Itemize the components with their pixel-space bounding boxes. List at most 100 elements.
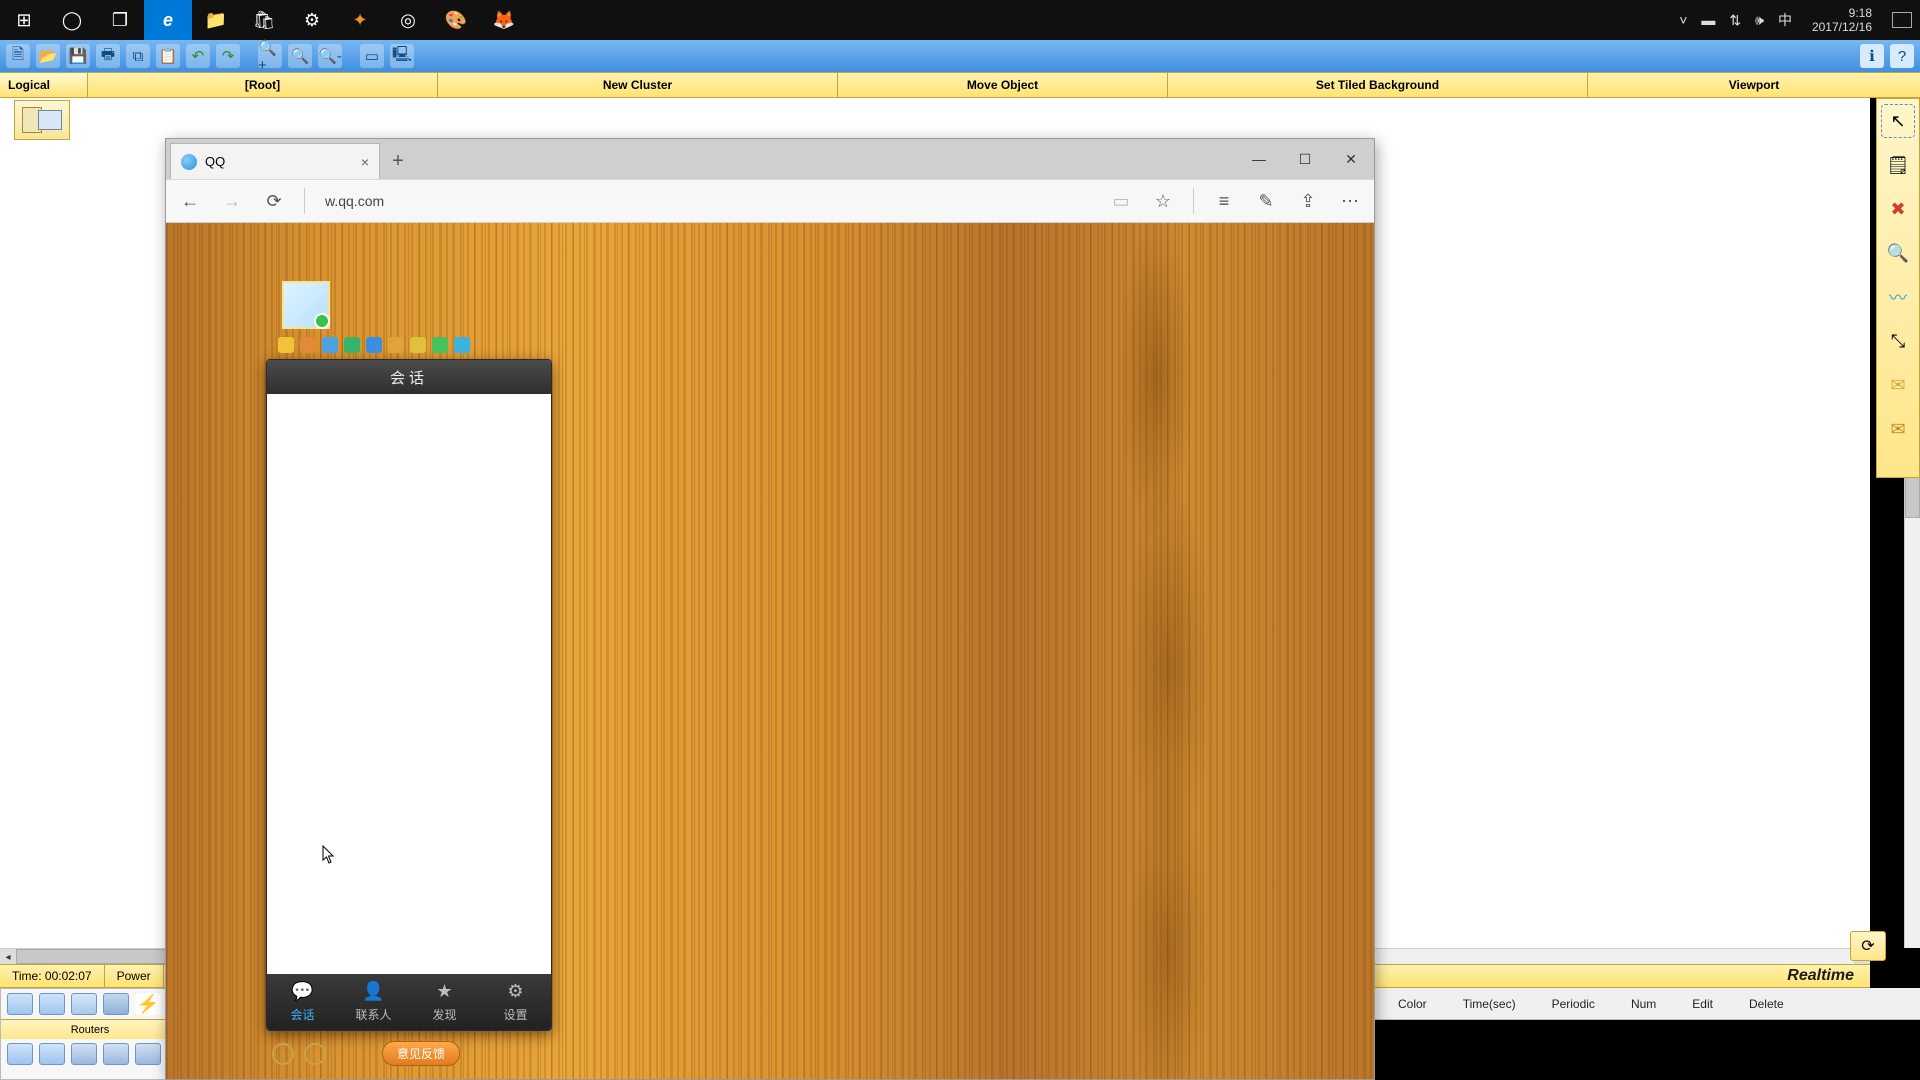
zoom-out-icon[interactable]: 🔍-: [318, 44, 342, 68]
wallet-icon[interactable]: [410, 337, 426, 353]
store-taskbar[interactable]: 🛍: [240, 0, 288, 40]
draw-tool[interactable]: 〰: [1882, 281, 1914, 313]
battery-icon[interactable]: ▬: [1701, 12, 1715, 28]
app-target[interactable]: ◎: [384, 0, 432, 40]
device-category-connection[interactable]: ⚡: [135, 993, 161, 1015]
save-icon[interactable]: 💾: [66, 44, 90, 68]
browser-icon[interactable]: [366, 337, 382, 353]
clock[interactable]: 9:18 2017/12/16: [1806, 6, 1878, 34]
mail-icon[interactable]: [300, 337, 316, 353]
scroll-left-icon[interactable]: ◂: [0, 949, 16, 965]
inspect-tool[interactable]: 🔍: [1882, 237, 1914, 269]
logical-navigate-icon[interactable]: [14, 100, 70, 140]
start-button[interactable]: ⊞: [0, 0, 48, 40]
webnote-icon[interactable]: ✎: [1250, 185, 1282, 217]
edge-taskbar[interactable]: e: [144, 0, 192, 40]
tab-logical[interactable]: Logical: [0, 73, 88, 97]
cortana-button[interactable]: ◯: [48, 0, 96, 40]
open-file-icon[interactable]: 📂: [36, 44, 60, 68]
more-icon[interactable]: ⋯: [1334, 185, 1366, 217]
ime-icon[interactable]: 中: [1778, 10, 1792, 30]
explorer-taskbar[interactable]: 📁: [192, 0, 240, 40]
realtime-label[interactable]: Realtime: [1771, 967, 1870, 985]
new-tab-button[interactable]: +: [380, 143, 416, 179]
nav-back-icon[interactable]: ←: [174, 185, 206, 217]
browser-tab[interactable]: QQ ×: [170, 143, 380, 179]
device-model-5[interactable]: [135, 1043, 161, 1065]
power-cycle-button[interactable]: Power: [105, 965, 164, 987]
zoom-in-icon[interactable]: 🔍+: [258, 44, 282, 68]
favorite-icon[interactable]: ☆: [1147, 185, 1179, 217]
device-category-switch[interactable]: [39, 993, 65, 1015]
print-icon[interactable]: 🖶: [96, 44, 120, 68]
url-input[interactable]: [319, 186, 859, 216]
edge-address-bar: ← → ⟳ ▭ ☆ ≡ ✎ ⇪ ⋯: [166, 179, 1374, 223]
qq-next-icon[interactable]: ›: [304, 1043, 326, 1065]
nav-forward-icon[interactable]: →: [216, 185, 248, 217]
tab-settings[interactable]: ⚙ 设置: [480, 974, 551, 1030]
breadcrumb-root[interactable]: [Root]: [88, 73, 438, 97]
game-icon[interactable]: [432, 337, 448, 353]
reading-view-icon[interactable]: ▭: [1105, 185, 1137, 217]
delete-tool[interactable]: ✖: [1882, 193, 1914, 225]
device-model-4[interactable]: [103, 1043, 129, 1065]
tray-chevron-icon[interactable]: ˅: [1679, 12, 1687, 28]
device-category-hub[interactable]: [71, 993, 97, 1015]
settings-taskbar[interactable]: ⚙: [288, 0, 336, 40]
window-maximize-button[interactable]: ☐: [1282, 139, 1328, 179]
col-edit: Edit: [1674, 997, 1731, 1011]
window-minimize-button[interactable]: —: [1236, 139, 1282, 179]
simulation-toggle-icon[interactable]: ⟳: [1850, 931, 1886, 961]
simple-pdu-tool[interactable]: ✉: [1882, 369, 1914, 401]
help-icon[interactable]: ?: [1890, 44, 1914, 68]
device-model-3[interactable]: [71, 1043, 97, 1065]
search-icon[interactable]: [322, 337, 338, 353]
nav-refresh-icon[interactable]: ⟳: [258, 185, 290, 217]
app-orange[interactable]: ✦: [336, 0, 384, 40]
tab-chat[interactable]: 💬 会话: [267, 974, 338, 1030]
place-note-tool[interactable]: 🗒: [1882, 149, 1914, 181]
wifi-icon[interactable]: ⇅: [1729, 12, 1741, 29]
qq-prev-icon[interactable]: ‹: [272, 1043, 294, 1065]
tab-title: QQ: [205, 154, 225, 169]
qq-conversation-list[interactable]: [267, 394, 551, 974]
undo-icon[interactable]: ↶: [186, 44, 210, 68]
select-tool[interactable]: ↖: [1882, 105, 1914, 137]
info-icon[interactable]: ℹ: [1860, 44, 1884, 68]
btn-set-background[interactable]: Set Tiled Background: [1168, 73, 1588, 97]
app-palette[interactable]: 🎨: [432, 0, 480, 40]
device-model-1[interactable]: [7, 1043, 33, 1065]
share-icon[interactable]: ⇪: [1292, 185, 1324, 217]
device-model-2[interactable]: [39, 1043, 65, 1065]
device-category-wireless[interactable]: [103, 993, 129, 1015]
palette-draw-icon[interactable]: ▭: [360, 44, 384, 68]
video-icon[interactable]: [454, 337, 470, 353]
music-icon[interactable]: [344, 337, 360, 353]
action-center-icon[interactable]: [1892, 12, 1912, 28]
paste-icon[interactable]: 📋: [156, 44, 180, 68]
volume-icon[interactable]: 🕪: [1755, 12, 1764, 29]
qzone-icon[interactable]: [278, 337, 294, 353]
new-file-icon[interactable]: 🗎: [6, 44, 30, 68]
btn-move-object[interactable]: Move Object: [838, 73, 1168, 97]
window-close-button[interactable]: ✕: [1328, 139, 1374, 179]
tab-contacts[interactable]: 👤 联系人: [338, 974, 409, 1030]
copy-icon[interactable]: ⧉: [126, 44, 150, 68]
qq-avatar[interactable]: [282, 281, 330, 329]
resize-tool[interactable]: ⤡: [1882, 325, 1914, 357]
tab-close-icon[interactable]: ×: [361, 154, 369, 170]
clock-time: 9:18: [1849, 6, 1872, 20]
hub-icon[interactable]: ≡: [1208, 185, 1240, 217]
custom-device-icon[interactable]: 🖳: [390, 44, 414, 68]
news-icon[interactable]: [388, 337, 404, 353]
btn-viewport[interactable]: Viewport: [1588, 73, 1920, 97]
zoom-reset-icon[interactable]: 🔍: [288, 44, 312, 68]
qq-feedback-button[interactable]: 意见反馈: [382, 1041, 460, 1066]
complex-pdu-tool[interactable]: ✉: [1882, 413, 1914, 445]
taskview-button[interactable]: ❐: [96, 0, 144, 40]
app-firefox[interactable]: 🦊: [480, 0, 528, 40]
redo-icon[interactable]: ↷: [216, 44, 240, 68]
btn-new-cluster[interactable]: New Cluster: [438, 73, 838, 97]
device-category-router[interactable]: [7, 993, 33, 1015]
tab-discover[interactable]: ★ 发现: [409, 974, 480, 1030]
